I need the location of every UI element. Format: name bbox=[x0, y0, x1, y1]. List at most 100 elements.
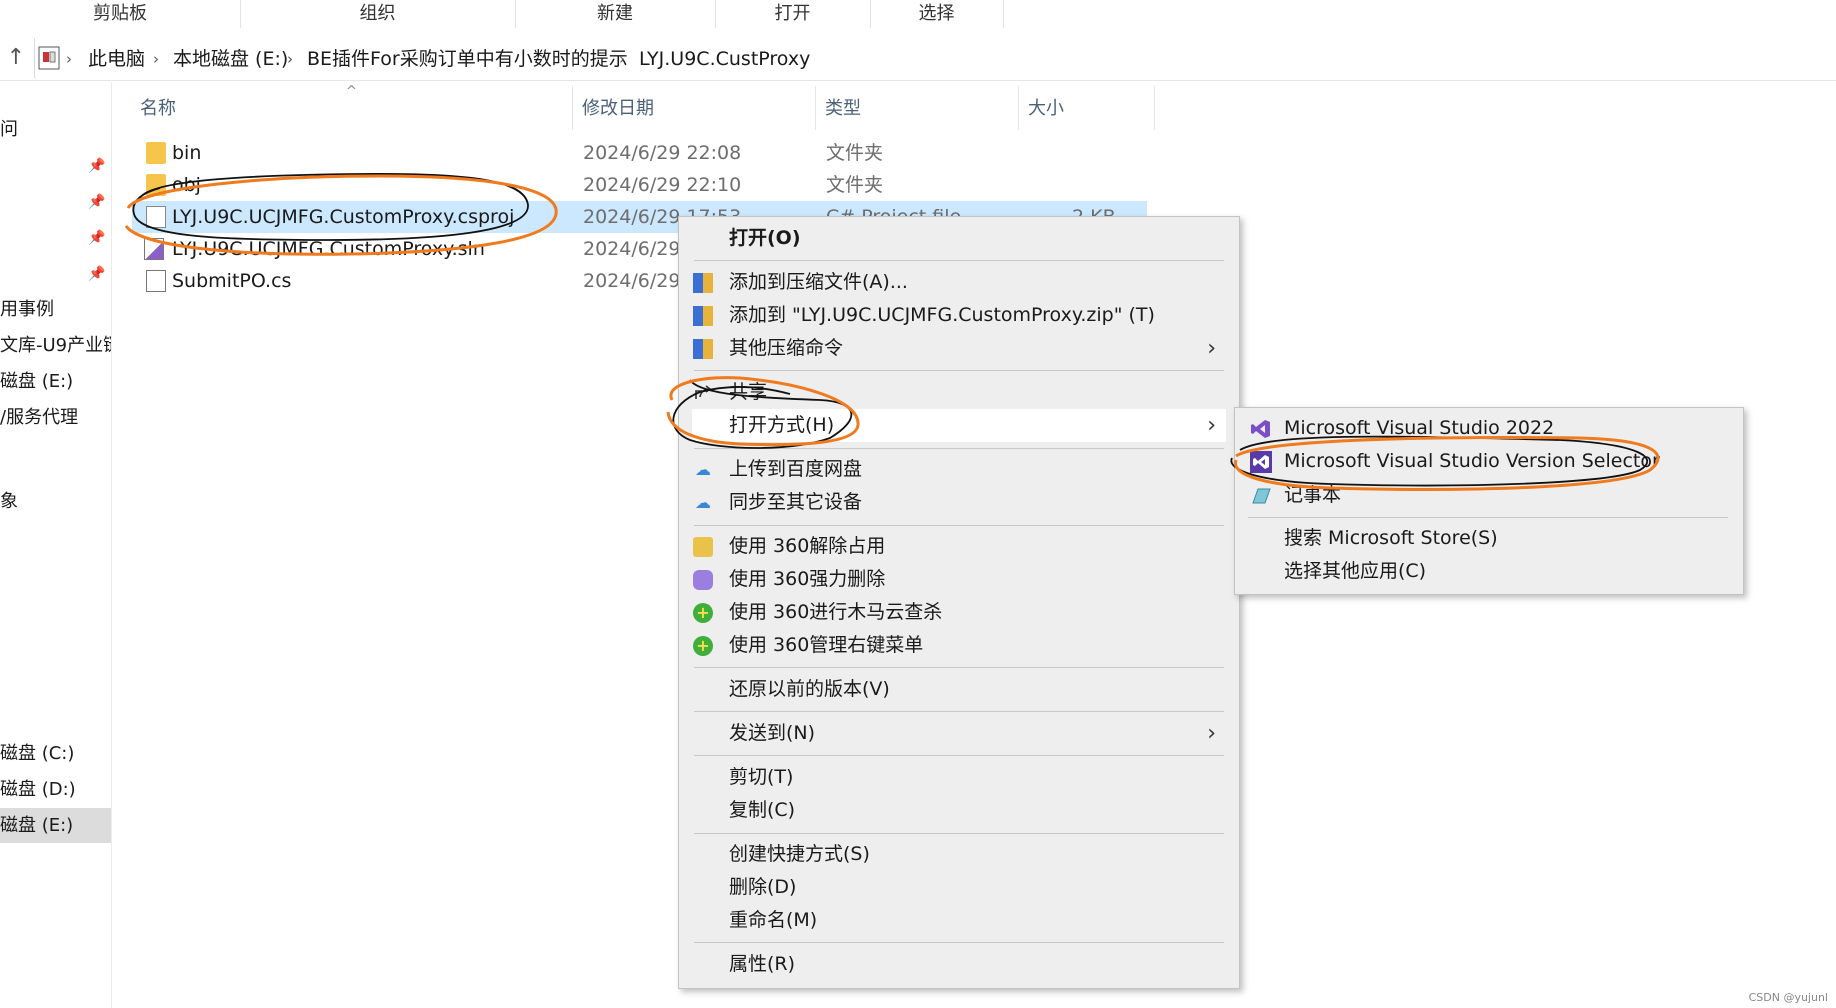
menu-separator bbox=[694, 525, 1224, 526]
up-arrow-icon[interactable]: ↑ bbox=[4, 44, 28, 72]
menu-item-label: 使用 360进行木马云查杀 bbox=[729, 601, 943, 623]
menu-item-label: 重命名(M) bbox=[729, 909, 818, 931]
column-divider[interactable] bbox=[815, 86, 816, 130]
nav-item-objects[interactable]: 象 bbox=[0, 486, 111, 518]
menu-item-create-shortcut[interactable]: 创建快捷方式(S) bbox=[692, 838, 1226, 871]
menu-item-restore-versions[interactable]: 还原以前的版本(V) bbox=[692, 673, 1226, 706]
nav-item-disk-d[interactable]: 磁盘 (D:) bbox=[0, 774, 111, 806]
archive-icon bbox=[693, 306, 713, 326]
menu-item-rename[interactable]: 重命名(M) bbox=[692, 904, 1226, 937]
archive-icon bbox=[693, 273, 713, 293]
menu-separator bbox=[694, 755, 1224, 756]
file-date: 2024/6/29 22:10 bbox=[583, 174, 742, 196]
menu-item-label: 使用 360解除占用 bbox=[729, 535, 886, 557]
menu-item-label: 其他压缩命令 bbox=[729, 337, 844, 359]
column-header-name[interactable]: 名称 bbox=[140, 94, 176, 124]
menu-item-upload-baidu[interactable]: ☁ 上传到百度网盘 bbox=[692, 453, 1226, 486]
menu-item-delete[interactable]: 删除(D) bbox=[692, 871, 1226, 904]
column-header-date[interactable]: 修改日期 bbox=[582, 94, 654, 124]
menu-separator bbox=[694, 448, 1224, 449]
submenu-item-vs-version-selector[interactable]: Microsoft Visual Studio Version Selector bbox=[1248, 445, 1728, 478]
address-bar[interactable] bbox=[34, 38, 1836, 78]
pin-icon[interactable]: 📌 bbox=[88, 156, 106, 176]
menu-item-label: 打开(O) bbox=[729, 227, 801, 249]
archive-icon bbox=[693, 339, 713, 359]
menu-separator bbox=[694, 711, 1224, 712]
menu-item-other-compress[interactable]: 其他压缩命令 › bbox=[692, 332, 1226, 365]
nav-item-disk-e-selected[interactable]: 磁盘 (E:) bbox=[0, 808, 111, 843]
menu-item-add-to-zip[interactable]: 添加到 "LYJ.U9C.UCJMFG.CustomProxy.zip" (T) bbox=[692, 299, 1226, 332]
ribbon-group-select: 选择 bbox=[870, 0, 1004, 28]
menu-item-sync-devices[interactable]: ☁ 同步至其它设备 bbox=[692, 486, 1226, 519]
menu-item-open-with[interactable]: 打开方式(H) › bbox=[692, 409, 1226, 442]
breadcrumb-local-disk-e[interactable]: 本地磁盘 (E:) bbox=[173, 44, 288, 74]
column-divider[interactable] bbox=[572, 86, 573, 130]
ribbon-group-organize: 组织 bbox=[240, 0, 516, 28]
360-manage-icon: + bbox=[693, 636, 713, 656]
nav-item-service-proxy[interactable]: /服务代理 bbox=[0, 402, 111, 434]
nav-item-quick-access[interactable]: 问 bbox=[0, 114, 111, 146]
ribbon-group-clipboard: 剪贴板 bbox=[0, 0, 241, 28]
menu-item-label: 删除(D) bbox=[729, 876, 797, 898]
csharp-file-icon bbox=[146, 270, 166, 292]
file-row-bin[interactable]: bin 2024/6/29 22:08 文件夹 bbox=[132, 137, 1147, 169]
menu-item-360-delete[interactable]: 使用 360强力删除 bbox=[692, 563, 1226, 596]
file-name: SubmitPO.cs bbox=[172, 270, 292, 292]
breadcrumb-this-pc[interactable]: 此电脑 bbox=[88, 44, 145, 74]
360-unlock-icon bbox=[693, 537, 713, 557]
solution-icon bbox=[144, 238, 164, 260]
submenu-item-vs2022[interactable]: Microsoft Visual Studio 2022 bbox=[1248, 412, 1728, 445]
file-row-obj[interactable]: obj 2024/6/29 22:10 文件夹 bbox=[132, 169, 1147, 201]
submenu-item-label: Microsoft Visual Studio Version Selector bbox=[1284, 450, 1660, 472]
nav-item-disk-e[interactable]: 磁盘 (E:) bbox=[0, 366, 111, 398]
nav-item-examples[interactable]: 用事例 bbox=[0, 294, 111, 326]
pin-icon[interactable]: 📌 bbox=[88, 192, 106, 212]
column-divider[interactable] bbox=[1018, 86, 1019, 130]
nav-item-disk-c[interactable]: 磁盘 (C:) bbox=[0, 738, 111, 770]
menu-item-open[interactable]: 打开(O) bbox=[692, 222, 1226, 255]
column-header-type[interactable]: 类型 bbox=[825, 94, 861, 124]
column-divider[interactable] bbox=[1154, 86, 1155, 130]
breadcrumb-separator: › bbox=[153, 50, 159, 68]
breadcrumb-separator: › bbox=[287, 50, 293, 68]
menu-item-send-to[interactable]: 发送到(N) › bbox=[692, 717, 1226, 750]
ribbon-group-labels: 剪贴板 组织 新建 打开 选择 bbox=[0, 0, 1836, 28]
nav-item-library-u9[interactable]: 文库-U9产业链 bbox=[0, 330, 111, 362]
menu-item-label: 创建快捷方式(S) bbox=[729, 843, 870, 865]
menu-item-label: 共享 bbox=[729, 381, 768, 403]
menu-item-copy[interactable]: 复制(C) bbox=[692, 794, 1226, 827]
submenu-item-choose-other-app[interactable]: 选择其他应用(C) bbox=[1248, 555, 1728, 588]
breadcrumb-be-plugin-folder[interactable]: BE插件For采购订单中有小数时的提示 bbox=[307, 44, 628, 74]
menu-item-360-manage[interactable]: + 使用 360管理右键菜单 bbox=[692, 629, 1226, 662]
pin-icon[interactable]: 📌 bbox=[88, 228, 106, 248]
submenu-item-label: 搜索 Microsoft Store(S) bbox=[1284, 527, 1498, 549]
menu-item-share[interactable]: 共享 bbox=[692, 376, 1226, 409]
breadcrumb-current-folder[interactable]: LYJ.U9C.CustProxy bbox=[639, 44, 810, 74]
file-name: bin bbox=[172, 142, 202, 164]
submenu-item-notepad[interactable]: 记事本 bbox=[1248, 479, 1728, 512]
file-date: 2024/6/29 bbox=[583, 238, 681, 260]
ribbon-group-new: 新建 bbox=[515, 0, 716, 28]
menu-item-properties[interactable]: 属性(R) bbox=[692, 948, 1226, 981]
baidu-cloud-icon: ☁ bbox=[695, 460, 711, 479]
menu-item-360-unlock[interactable]: 使用 360解除占用 bbox=[692, 530, 1226, 563]
menu-separator bbox=[694, 260, 1224, 261]
submenu-arrow-icon: › bbox=[1207, 721, 1216, 746]
menu-item-label: 添加到压缩文件(A)... bbox=[729, 271, 908, 293]
file-date: 2024/6/29 22:08 bbox=[583, 142, 742, 164]
menu-separator bbox=[694, 370, 1224, 371]
submenu-item-search-store[interactable]: 搜索 Microsoft Store(S) bbox=[1248, 522, 1728, 555]
menu-item-label: 打开方式(H) bbox=[729, 414, 835, 436]
file-name: LYJ.U9C.UCJMFG.CustomProxy.csproj bbox=[172, 206, 515, 228]
pin-icon[interactable]: 📌 bbox=[88, 264, 106, 284]
menu-item-add-to-archive[interactable]: 添加到压缩文件(A)... bbox=[692, 266, 1226, 299]
file-icon bbox=[146, 206, 166, 228]
column-header-size[interactable]: 大小 bbox=[1028, 94, 1064, 124]
ribbon-group-open: 打开 bbox=[715, 0, 871, 28]
menu-item-cut[interactable]: 剪切(T) bbox=[692, 761, 1226, 794]
menu-item-360-scan[interactable]: + 使用 360进行木马云查杀 bbox=[692, 596, 1226, 629]
menu-item-label: 上传到百度网盘 bbox=[729, 458, 863, 480]
notepad-icon bbox=[1250, 485, 1272, 507]
share-icon bbox=[693, 383, 713, 403]
menu-item-label: 同步至其它设备 bbox=[729, 491, 863, 513]
